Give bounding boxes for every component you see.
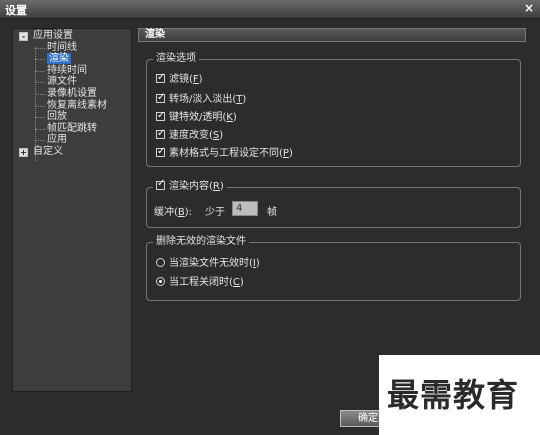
tree-item-duration[interactable]: 持续时间 [13, 65, 131, 77]
buffer-label: 缓冲(B): [154, 207, 193, 218]
tree-item-frame-match[interactable]: 帧匹配跳转 [13, 123, 131, 135]
settings-tree: - 应用设置 时间线 渲染 持续时间 源文件 录像机设置 恢复离线素材 回放 帧… [12, 28, 132, 392]
delete-render-files-legend: 删除无效的渲染文件 [153, 236, 249, 248]
tree-root-custom[interactable]: + 自定义 [13, 146, 131, 158]
radio-selected-icon[interactable] [156, 277, 165, 286]
render-content-group: 渲染内容(R) [146, 178, 521, 228]
watermark-text: 最需教育 [387, 376, 520, 414]
panel-title: 渲染 [145, 29, 165, 40]
render-options-legend: 渲染选项 [153, 53, 199, 65]
key-effect-checkbox[interactable]: 键特效/透明(K) [156, 109, 237, 124]
checkbox-icon[interactable] [156, 109, 165, 122]
render-options-group: 渲染选项 滤镜(F) 转场/淡入淡出(T) 键特效/透明(K) 速度改变(S) … [146, 53, 521, 167]
tree-item-source-file[interactable]: 源文件 [13, 76, 131, 88]
tree-item-application[interactable]: 应用 [13, 134, 131, 146]
tree-item-timeline[interactable]: 时间线 [13, 42, 131, 54]
radio-icon[interactable] [156, 258, 165, 267]
checkbox-icon[interactable] [156, 91, 165, 104]
format-mismatch-checkbox[interactable]: 素材格式与工程设定不同(P) [156, 145, 293, 160]
filter-checkbox[interactable]: 滤镜(F) [156, 71, 203, 86]
buffer-frames-input[interactable]: 4 [232, 201, 258, 216]
less-than-label: 少于 [205, 207, 225, 218]
title-bar: 设置 × [0, 0, 540, 19]
window-title: 设置 [5, 4, 27, 17]
transition-checkbox[interactable]: 转场/淡入淡出(T) [156, 91, 246, 106]
speed-change-checkbox[interactable]: 速度改变(S) [156, 127, 223, 142]
checkbox-icon[interactable] [156, 127, 165, 140]
panel-header: 渲染 [138, 28, 526, 42]
checkbox-icon[interactable] [156, 71, 165, 84]
on-project-close-radio[interactable]: 当工程关闭时(C) [156, 276, 244, 289]
collapse-icon[interactable]: - [19, 32, 28, 41]
checkbox-icon[interactable] [156, 145, 165, 158]
close-icon[interactable]: × [524, 1, 534, 15]
checkbox-icon[interactable] [156, 178, 165, 190]
tree-root-app-settings[interactable]: - 应用设置 [13, 30, 131, 42]
tree-item-recorder-settings[interactable]: 录像机设置 [13, 88, 131, 100]
tree-item-render[interactable]: 渲染 [13, 53, 131, 65]
tree-item-playback[interactable]: 回放 [13, 111, 131, 123]
frames-unit-label: 帧 [267, 207, 277, 218]
tree-item-restore-offline[interactable]: 恢复离线素材 [13, 100, 131, 112]
watermark: 最需教育 [379, 355, 540, 435]
when-invalid-radio[interactable]: 当渲染文件无效时(I) [156, 257, 260, 270]
expand-icon[interactable]: + [19, 147, 28, 157]
render-content-checkbox[interactable]: 渲染内容(R) [153, 178, 227, 193]
delete-render-files-group: 删除无效的渲染文件 当渲染文件无效时(I) 当工程关闭时(C) [146, 236, 521, 301]
